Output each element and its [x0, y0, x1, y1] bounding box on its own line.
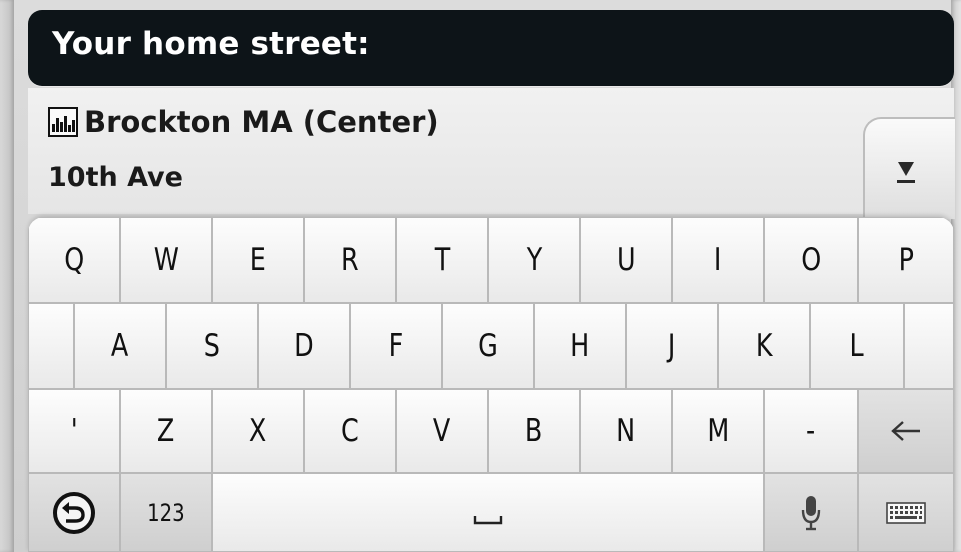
microphone-icon: [801, 495, 821, 530]
key-hyphen[interactable]: -: [764, 389, 858, 473]
key-apostrophe[interactable]: ': [28, 389, 120, 473]
show-list-button[interactable]: [863, 117, 955, 219]
key-r[interactable]: R: [304, 217, 396, 303]
back-button[interactable]: [28, 473, 120, 552]
key-m[interactable]: M: [672, 389, 764, 473]
key-k[interactable]: K: [718, 303, 810, 389]
key-u[interactable]: U: [580, 217, 672, 303]
key-e[interactable]: E: [212, 217, 304, 303]
city-icon: [48, 107, 78, 137]
city-row[interactable]: Brockton MA (Center): [48, 102, 439, 142]
key-h[interactable]: H: [534, 303, 626, 389]
key-o[interactable]: O: [764, 217, 858, 303]
space-bar-icon: [473, 515, 503, 524]
screen: Your home street: Brockton MA (Center) 1…: [0, 0, 961, 552]
keyboard-icon: [886, 501, 926, 524]
back-circle-icon: [53, 491, 95, 534]
backspace-button[interactable]: [858, 389, 954, 473]
key-s[interactable]: S: [166, 303, 258, 389]
device-bezel-left: [0, 0, 14, 552]
space-bar[interactable]: [212, 473, 764, 552]
voice-input-button[interactable]: [764, 473, 858, 552]
key-q[interactable]: Q: [28, 217, 120, 303]
key-j[interactable]: J: [626, 303, 718, 389]
key-spacer-left: [28, 303, 74, 389]
key-c[interactable]: C: [304, 389, 396, 473]
key-l[interactable]: L: [810, 303, 904, 389]
numbers-key[interactable]: 123: [120, 473, 212, 552]
title-bar: Your home street:: [28, 10, 954, 86]
key-i[interactable]: I: [672, 217, 764, 303]
key-spacer-right: [904, 303, 954, 389]
key-p[interactable]: P: [858, 217, 954, 303]
key-f[interactable]: F: [350, 303, 442, 389]
city-name: Brockton MA (Center): [84, 105, 439, 139]
key-n[interactable]: N: [580, 389, 672, 473]
key-a[interactable]: A: [74, 303, 166, 389]
backspace-arrow-icon: [891, 421, 920, 441]
chevron-down-icon: [897, 162, 915, 183]
key-t[interactable]: T: [396, 217, 488, 303]
search-result[interactable]: Brockton MA (Center) 10th Ave: [28, 88, 954, 214]
key-y[interactable]: Y: [488, 217, 580, 303]
key-x[interactable]: X: [212, 389, 304, 473]
key-w[interactable]: W: [120, 217, 212, 303]
key-g[interactable]: G: [442, 303, 534, 389]
key-v[interactable]: V: [396, 389, 488, 473]
page-title: Your home street:: [52, 26, 370, 62]
key-z[interactable]: Z: [120, 389, 212, 473]
street-name[interactable]: 10th Ave: [48, 162, 183, 193]
on-screen-keyboard: Q W E R T Y U I O P A S D F G H J K L ' …: [28, 217, 954, 552]
keyboard-layout-button[interactable]: [858, 473, 954, 552]
key-d[interactable]: D: [258, 303, 350, 389]
key-b[interactable]: B: [488, 389, 580, 473]
